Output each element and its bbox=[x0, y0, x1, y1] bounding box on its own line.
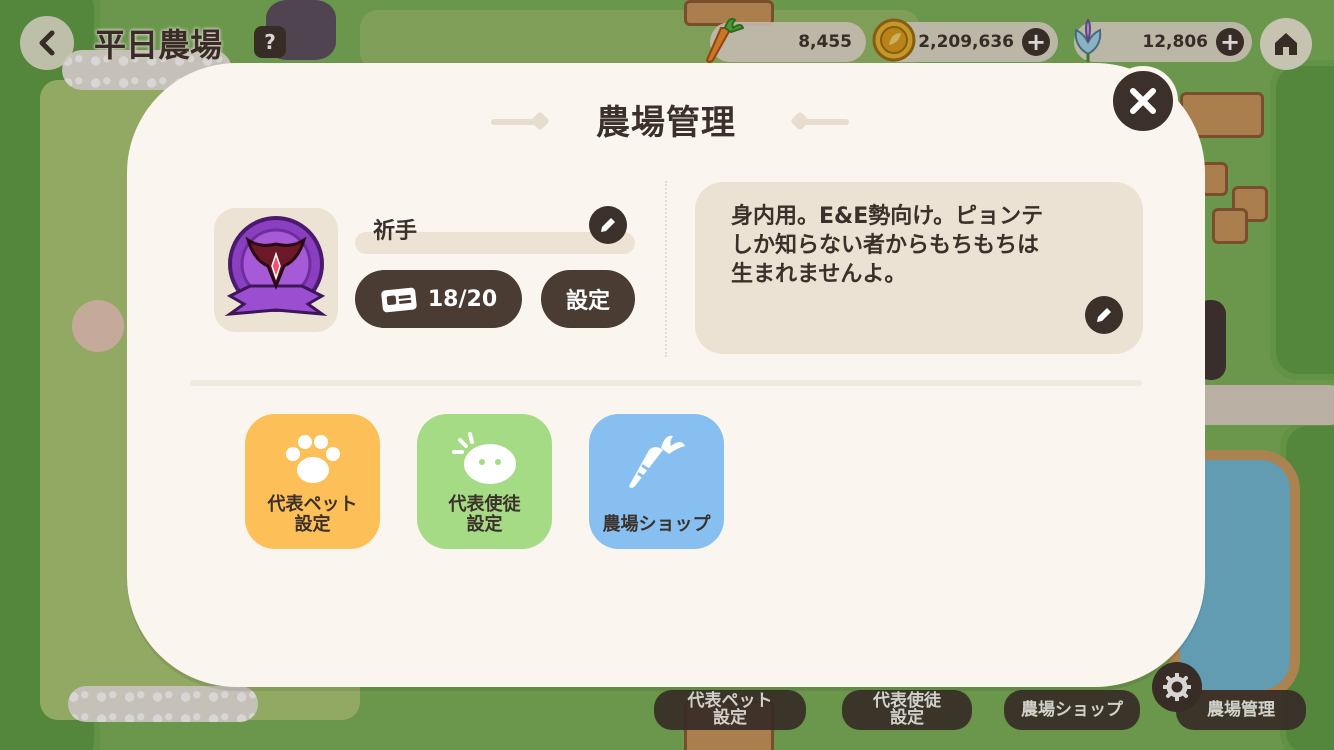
representative-pet-tile[interactable]: 代表ペット 設定 bbox=[245, 414, 380, 549]
farm-description-box: 身内用。E&E勢向け。ピョンテ しか知らない者からもちもちは 生まれませんよ。 bbox=[695, 182, 1143, 354]
vertical-divider bbox=[665, 181, 667, 357]
member-card-icon bbox=[381, 287, 417, 313]
farm-shop-tile[interactable]: 農場ショップ bbox=[589, 414, 724, 549]
paw-icon bbox=[245, 430, 380, 486]
close-button[interactable] bbox=[1108, 66, 1178, 136]
mochi-icon bbox=[417, 430, 552, 488]
representative-disciple-tile[interactable]: 代表使徒 設定 bbox=[417, 414, 552, 549]
shop-tile-label: 農場ショップ bbox=[602, 514, 711, 535]
pet-tile-label: 代表ペット 設定 bbox=[267, 494, 358, 535]
close-icon bbox=[1130, 88, 1156, 114]
pencil-icon bbox=[601, 218, 615, 232]
carrot-icon bbox=[589, 430, 724, 494]
member-count: 18/20 bbox=[427, 286, 498, 312]
farm-name: 祈手 bbox=[373, 219, 418, 244]
farm-description: 身内用。E&E勢向け。ピョンテ しか知らない者からもちもちは 生まれませんよ。 bbox=[731, 204, 1044, 287]
farm-emblem-icon bbox=[224, 216, 328, 316]
disciple-tile-label: 代表使徒 設定 bbox=[448, 494, 521, 535]
edit-description-button[interactable] bbox=[1085, 296, 1123, 334]
horizontal-divider bbox=[190, 380, 1142, 386]
farm-management-modal: 農場管理 祈手 18/20 設定 身内用。E&E勢向け。ピョンテ しか知らない者… bbox=[127, 63, 1205, 687]
edit-name-button[interactable] bbox=[589, 206, 627, 244]
farm-emblem[interactable] bbox=[214, 208, 338, 332]
modal-title: 農場管理 bbox=[596, 103, 736, 143]
settings-button[interactable]: 設定 bbox=[541, 270, 635, 328]
member-count-button[interactable]: 18/20 bbox=[355, 270, 522, 328]
title-decoration bbox=[797, 119, 849, 125]
pencil-icon bbox=[1097, 308, 1111, 322]
